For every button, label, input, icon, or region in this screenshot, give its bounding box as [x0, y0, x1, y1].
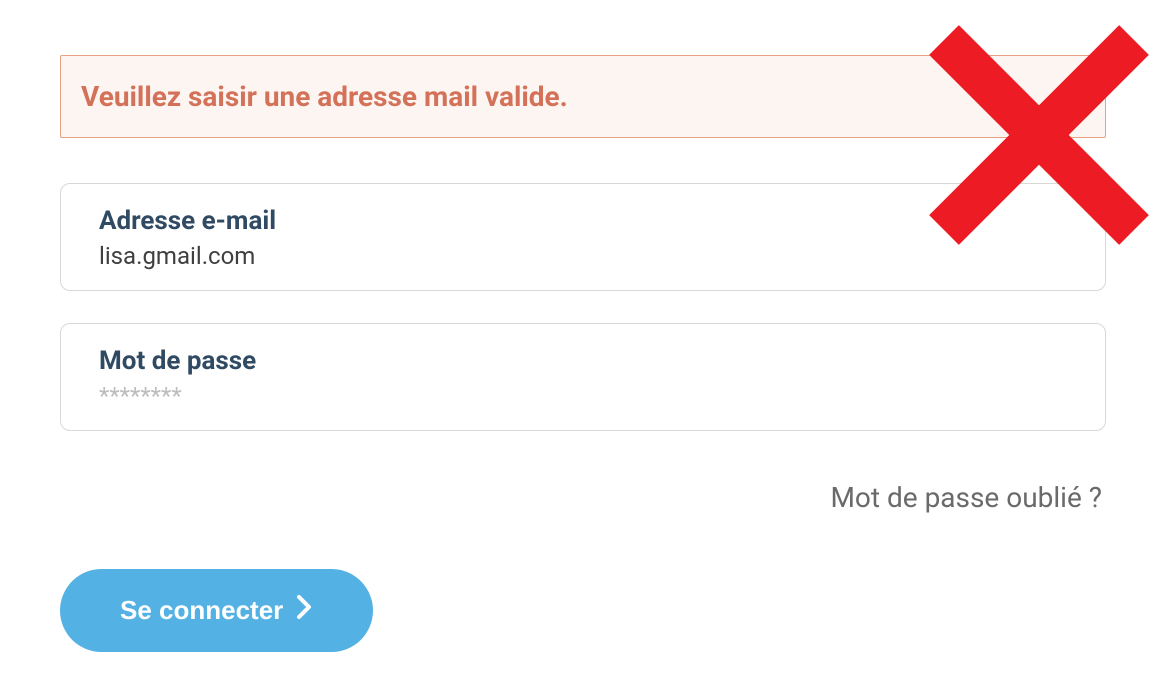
email-label: Adresse e-mail [99, 206, 1067, 236]
login-button-label: Se connecter [120, 595, 283, 626]
login-button[interactable]: Se connecter [60, 569, 373, 652]
email-field-group[interactable]: Adresse e-mail [60, 183, 1106, 291]
chevron-right-icon [297, 595, 313, 626]
password-input[interactable] [99, 382, 1067, 410]
alert-message: Veuillez saisir une adresse mail valide. [81, 80, 568, 113]
validation-alert: Veuillez saisir une adresse mail valide. [60, 55, 1106, 138]
forgot-password-link[interactable]: Mot de passe oublié ? [60, 481, 1106, 514]
password-label: Mot de passe [99, 346, 1067, 376]
password-field-group[interactable]: Mot de passe [60, 323, 1106, 431]
email-input[interactable] [99, 242, 1067, 270]
